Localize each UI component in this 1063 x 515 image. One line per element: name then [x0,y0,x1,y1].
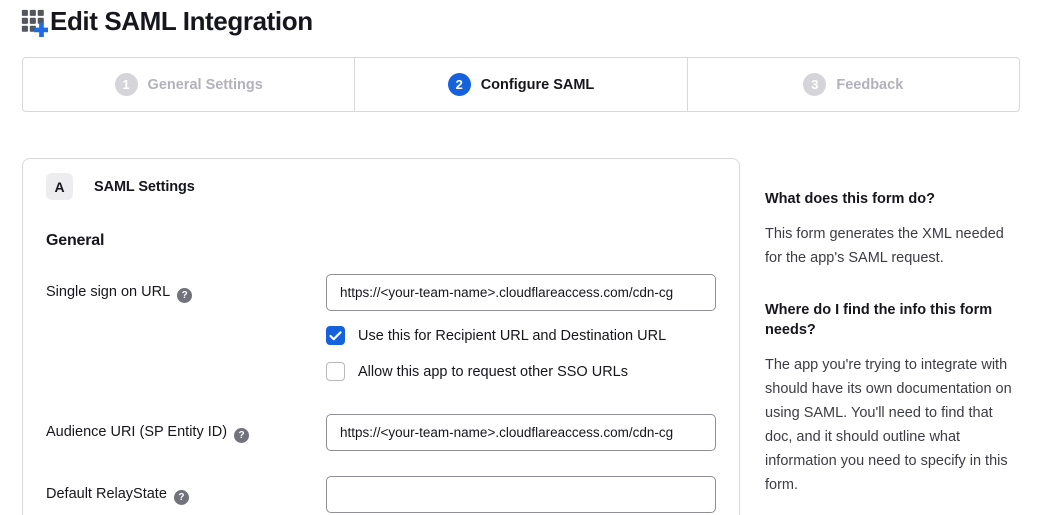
audience-uri-label-wrap: Audience URI (SP Entity ID) [46,414,326,451]
step-number-badge: 1 [115,73,138,96]
sidebar-answer-2: The app you're trying to integrate with … [765,353,1015,497]
sso-url-label-wrap: Single sign on URL [46,274,326,381]
relay-state-label: Default RelayState [46,486,167,502]
step-number-badge: 2 [448,73,471,96]
help-icon[interactable] [177,288,192,303]
saml-settings-panel: A SAML Settings General Single sign on U… [22,158,740,515]
step-label: Feedback [836,77,903,93]
section-title: SAML Settings [94,179,195,195]
relay-state-label-wrap: Default RelayState [46,476,326,515]
sso-url-input[interactable] [326,274,716,311]
audience-uri-label: Audience URI (SP Entity ID) [46,424,227,440]
wizard-step-general-settings[interactable]: 1 General Settings [23,58,354,111]
recipient-url-checkbox-label[interactable]: Use this for Recipient URL and Destinati… [358,328,666,344]
step-wizard: 1 General Settings 2 Configure SAML 3 Fe… [22,57,1020,112]
edit-saml-integration-page: Edit SAML Integration 1 General Settings… [0,0,1063,515]
wizard-step-configure-saml[interactable]: 2 Configure SAML [354,58,686,111]
general-group-heading: General [46,232,716,250]
other-sso-checkbox-row: Allow this app to request other SSO URLs [326,362,716,381]
audience-uri-row: Audience URI (SP Entity ID) [46,414,716,451]
help-icon[interactable] [234,428,249,443]
other-sso-checkbox-label[interactable]: Allow this app to request other SSO URLs [358,364,628,380]
step-label: Configure SAML [481,77,595,93]
sidebar-answer-1: This form generates the XML needed for t… [765,222,1015,270]
audience-uri-controls [326,414,716,451]
section-a-badge: A [46,173,73,200]
recipient-url-checkbox[interactable] [326,326,345,345]
relay-state-input[interactable] [326,476,716,513]
step-number-badge: 3 [803,73,826,96]
sso-url-row: Single sign on URL Use this for Recipien… [46,274,716,381]
sidebar-question-2: Where do I find the info this form needs… [765,300,1015,340]
audience-uri-input[interactable] [326,414,716,451]
relay-state-row: Default RelayState If no value is set, a… [46,476,716,515]
sidebar-question-1: What does this form do? [765,189,1015,209]
help-sidebar: What does this form do? This form genera… [765,189,1015,515]
other-sso-checkbox[interactable] [326,362,345,381]
recipient-url-checkbox-row: Use this for Recipient URL and Destinati… [326,326,716,345]
grid-add-icon [20,7,48,37]
wizard-step-feedback[interactable]: 3 Feedback [687,58,1019,111]
step-label: General Settings [148,77,263,93]
sso-url-label: Single sign on URL [46,284,170,300]
page-header: Edit SAML Integration [20,6,313,37]
sso-url-controls: Use this for Recipient URL and Destinati… [326,274,716,381]
help-icon[interactable] [174,490,189,505]
relay-state-controls: If no value is set, a blank RelayState i… [326,476,716,515]
panel-header: A SAML Settings [46,173,716,200]
page-title: Edit SAML Integration [50,6,313,37]
